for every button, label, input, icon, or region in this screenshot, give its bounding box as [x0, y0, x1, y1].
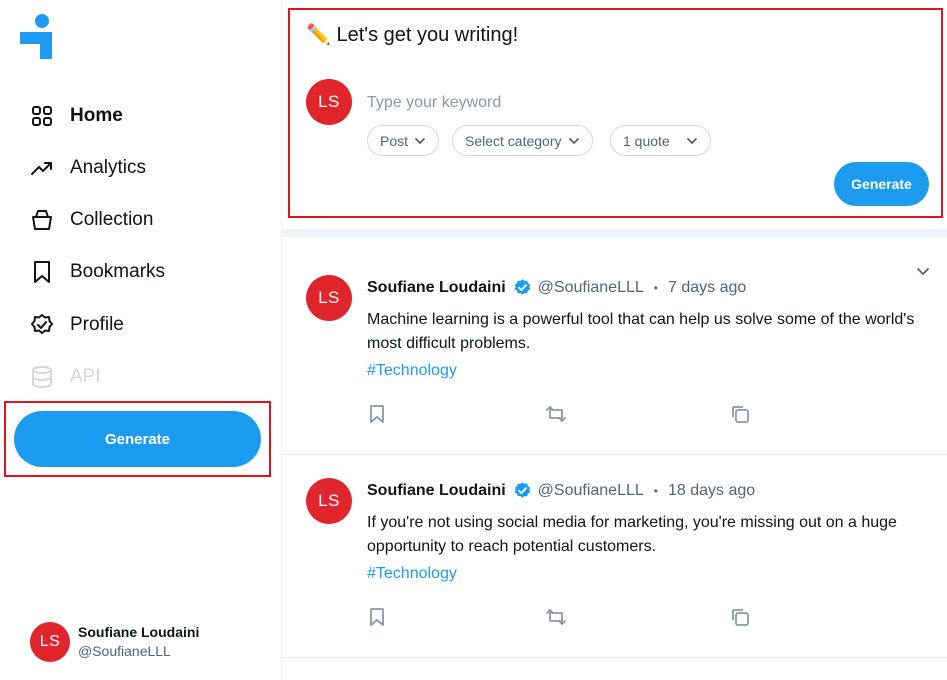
feed-post: LS Soufiane Loudaini @SoufianeLLL • 18 d…	[282, 455, 947, 658]
sidebar-item-label: API	[70, 366, 101, 387]
select-value: Select category	[465, 132, 562, 149]
avatar: LS	[306, 79, 352, 125]
post-header: Soufiane Loudaini @SoufianeLLL • 7 days …	[367, 278, 746, 297]
brand-logo-icon[interactable]	[20, 13, 56, 59]
grid-icon	[30, 104, 54, 128]
composer-heading: Let's get you writing!	[336, 24, 519, 46]
sidebar-item-label: Home	[70, 105, 123, 126]
sidebar-item-label: Bookmarks	[70, 261, 166, 282]
sidebar-item-api: API	[30, 362, 101, 392]
composer: ✏️ Let's get you writing! LS Post Select…	[288, 8, 943, 218]
post-type-select[interactable]: Post	[367, 125, 440, 156]
post-handle[interactable]: @SoufianeLLL	[538, 482, 644, 500]
pencil-icon: ✏️	[306, 24, 331, 46]
database-icon	[30, 365, 54, 389]
generate-button[interactable]: Generate	[14, 411, 261, 467]
user-handle: @SoufianeLLL	[78, 643, 171, 659]
chevron-down-icon	[686, 137, 698, 145]
post-time[interactable]: 18 days ago	[668, 482, 755, 500]
keyword-input[interactable]	[367, 90, 907, 116]
verified-badge-icon	[513, 481, 532, 500]
repost-icon[interactable]	[544, 402, 568, 426]
sidebar: Home Analytics Collection Bookmarks Prof…	[0, 0, 282, 680]
avatar: LS	[306, 275, 352, 321]
repost-icon[interactable]	[544, 605, 568, 629]
copy-icon[interactable]	[728, 402, 752, 426]
select-value: Post	[380, 132, 409, 149]
post-header: Soufiane Loudaini @SoufianeLLL • 18 days…	[367, 481, 755, 500]
trend-icon	[30, 156, 54, 180]
sidebar-item-label: Collection	[70, 209, 154, 230]
avatar: LS	[306, 478, 352, 524]
chevron-down-icon[interactable]	[913, 261, 933, 281]
composer-generate-button[interactable]: Generate	[834, 162, 929, 206]
post-handle[interactable]: @SoufianeLLL	[538, 279, 644, 297]
composer-title: ✏️ Let's get you writing!	[306, 22, 518, 47]
copy-icon[interactable]	[728, 605, 752, 629]
bookmark-icon[interactable]	[365, 605, 389, 629]
hashtag-link[interactable]: #Technology	[367, 362, 457, 380]
separator: •	[653, 280, 658, 295]
separator: •	[653, 483, 658, 498]
sidebar-item-home[interactable]: Home	[30, 101, 123, 131]
avatar: LS	[30, 622, 70, 662]
user-name: Soufiane Loudaini	[78, 624, 200, 640]
section-divider	[282, 229, 947, 237]
sidebar-item-analytics[interactable]: Analytics	[30, 153, 146, 183]
select-value: 1 quote	[623, 132, 670, 149]
chevron-down-icon	[414, 137, 426, 145]
sidebar-item-profile[interactable]: Profile	[30, 310, 124, 340]
quote-count-select[interactable]: 1 quote	[610, 125, 711, 156]
post-text: If you're not using social media for mar…	[367, 514, 897, 555]
post-text: Machine learning is a powerful tool that…	[367, 311, 915, 352]
bookmark-icon	[30, 260, 54, 284]
hashtag-link[interactable]: #Technology	[367, 565, 457, 583]
verified-badge-icon	[513, 278, 532, 297]
account-switcher[interactable]: LS Soufiane Loudaini @SoufianeLLL	[30, 622, 199, 662]
bookmark-icon[interactable]	[365, 402, 389, 426]
post-author[interactable]: Soufiane Loudaini	[367, 279, 506, 297]
badge-icon	[30, 313, 54, 337]
sidebar-item-bookmarks[interactable]: Bookmarks	[30, 257, 165, 287]
sidebar-item-label: Profile	[70, 314, 124, 335]
chevron-down-icon	[568, 137, 580, 145]
feed-post: LS Soufiane Loudaini @SoufianeLLL • 7 da…	[282, 237, 947, 455]
post-time[interactable]: 7 days ago	[668, 279, 746, 297]
sidebar-item-collection[interactable]: Collection	[30, 205, 153, 235]
category-select[interactable]: Select category	[452, 125, 593, 156]
post-author[interactable]: Soufiane Loudaini	[367, 482, 506, 500]
sidebar-item-label: Analytics	[70, 157, 147, 178]
basket-icon	[30, 208, 54, 232]
